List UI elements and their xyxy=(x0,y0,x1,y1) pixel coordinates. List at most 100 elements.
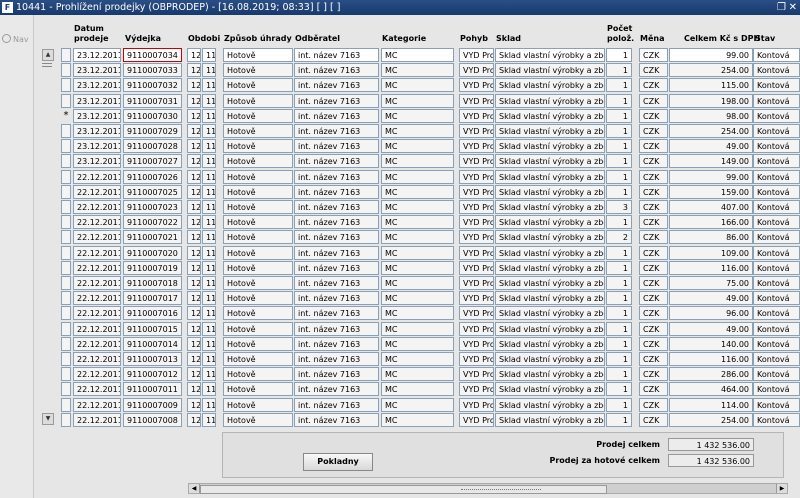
cell-kategorie[interactable]: MC xyxy=(381,412,454,427)
cell-datum[interactable]: 22.12.2011 xyxy=(73,336,121,351)
cell-sklad[interactable]: Sklad vlastní výrobky a zboží xyxy=(495,230,605,245)
cell-datum[interactable]: 23.12.2011 xyxy=(73,48,121,62)
cell-odberatel[interactable]: int. název 7163 xyxy=(294,139,379,154)
header-odberatel[interactable]: Odběratel xyxy=(295,34,340,44)
table-row[interactable]: 22.12.2011 9110007018 12 11 Hotově int. název… xyxy=(0,276,800,291)
cell-sklad[interactable]: Sklad vlastní výrobky a zboží xyxy=(495,352,605,366)
cell-celkem[interactable]: 109.00 xyxy=(669,245,753,260)
cell-obdobi-month[interactable]: 12 xyxy=(187,245,201,260)
cell-vydejka[interactable]: 9110007022 xyxy=(123,215,182,230)
cell-sklad[interactable]: Sklad vlastní výrobky a zboží xyxy=(495,382,605,397)
cell-vydejka[interactable]: 9110007011 xyxy=(123,382,182,397)
cell-pohyb[interactable]: VYD Pro xyxy=(459,245,494,260)
header-stav[interactable]: Stav xyxy=(755,34,775,44)
cell-pocet-polozek[interactable]: 1 xyxy=(606,48,632,62)
cell-obdobi-year[interactable]: 11 xyxy=(202,139,216,154)
cell-zpusob-uhrady[interactable]: Hotově xyxy=(223,382,293,397)
cell-kategorie[interactable]: MC xyxy=(381,200,454,214)
table-row[interactable]: 22.12.2011 9110007017 12 11 Hotově int. název… xyxy=(0,291,800,306)
cell-datum[interactable]: 22.12.2011 xyxy=(73,230,121,245)
cell-celkem[interactable]: 166.00 xyxy=(669,215,753,230)
cell-datum[interactable]: 23.12.2011 xyxy=(73,154,121,169)
cell-odberatel[interactable]: int. název 7163 xyxy=(294,78,379,93)
row-selector[interactable] xyxy=(61,245,71,260)
nav-button[interactable]: Nav xyxy=(2,34,29,44)
cell-pohyb[interactable]: VYD Pro xyxy=(459,93,494,108)
table-row[interactable]: 22.12.2011 9110007013 12 11 Hotově int. název… xyxy=(0,352,800,367)
cell-zpusob-uhrady[interactable]: Hotově xyxy=(223,412,293,427)
cell-vydejka[interactable]: 9110007013 xyxy=(123,352,182,366)
cell-sklad[interactable]: Sklad vlastní výrobky a zboží xyxy=(495,306,605,321)
row-selector[interactable] xyxy=(61,93,71,108)
cell-obdobi-month[interactable]: 12 xyxy=(187,48,201,62)
cell-pocet-polozek[interactable]: 1 xyxy=(606,154,632,169)
cell-zpusob-uhrady[interactable]: Hotově xyxy=(223,352,293,366)
cell-zpusob-uhrady[interactable]: Hotově xyxy=(223,321,293,336)
cell-obdobi-month[interactable]: 12 xyxy=(187,124,201,138)
cell-mena[interactable]: CZK xyxy=(639,260,668,275)
row-selector[interactable] xyxy=(61,276,71,290)
cell-pohyb[interactable]: VYD Pro xyxy=(459,291,494,306)
cell-kategorie[interactable]: MC xyxy=(381,336,454,351)
cell-celkem[interactable]: 407.00 xyxy=(669,200,753,214)
cell-pohyb[interactable]: VYD Pro xyxy=(459,306,494,321)
cell-obdobi-month[interactable]: 12 xyxy=(187,367,201,382)
cell-kategorie[interactable]: MC xyxy=(381,260,454,275)
row-selector[interactable] xyxy=(61,367,71,382)
cell-datum[interactable]: 22.12.2011 xyxy=(73,382,121,397)
row-selector[interactable] xyxy=(61,124,71,138)
cell-pocet-polozek[interactable]: 1 xyxy=(606,397,632,412)
cell-zpusob-uhrady[interactable]: Hotově xyxy=(223,154,293,169)
cell-zpusob-uhrady[interactable]: Hotově xyxy=(223,291,293,306)
cell-mena[interactable]: CZK xyxy=(639,276,668,290)
cell-celkem[interactable]: 140.00 xyxy=(669,336,753,351)
cell-obdobi-year[interactable]: 11 xyxy=(202,48,216,62)
cell-pocet-polozek[interactable]: 1 xyxy=(606,139,632,154)
table-row[interactable]: 23.12.2011 9110007034 12 11 Hotově int. název… xyxy=(0,48,800,63)
cell-pohyb[interactable]: VYD Pro xyxy=(459,215,494,230)
cell-odberatel[interactable]: int. název 7163 xyxy=(294,245,379,260)
cell-kategorie[interactable]: MC xyxy=(381,108,454,123)
scroll-right-icon[interactable]: ▶ xyxy=(776,484,787,493)
cell-obdobi-year[interactable]: 11 xyxy=(202,230,216,245)
cell-sklad[interactable]: Sklad vlastní výrobky a zboží xyxy=(495,169,605,184)
cell-pohyb[interactable]: VYD Pro xyxy=(459,124,494,138)
cell-obdobi-month[interactable]: 12 xyxy=(187,215,201,230)
cell-zpusob-uhrady[interactable]: Hotově xyxy=(223,93,293,108)
cell-datum[interactable]: 22.12.2011 xyxy=(73,321,121,336)
cell-pohyb[interactable]: VYD Pro xyxy=(459,382,494,397)
table-row[interactable]: 22.12.2011 9110007020 12 11 Hotově int. název… xyxy=(0,245,800,261)
row-selector[interactable] xyxy=(61,154,71,169)
header-celkem[interactable]: Celkem Kč s DPH xyxy=(684,34,760,44)
cell-pohyb[interactable]: VYD Pro xyxy=(459,108,494,123)
row-selector[interactable] xyxy=(61,306,71,321)
cell-obdobi-month[interactable]: 12 xyxy=(187,154,201,169)
cell-mena[interactable]: CZK xyxy=(639,397,668,412)
row-selector[interactable] xyxy=(61,230,71,245)
cell-vydejka[interactable]: 9110007030 xyxy=(123,108,182,123)
cell-celkem[interactable]: 49.00 xyxy=(669,139,753,154)
cell-stav[interactable]: Kontová xyxy=(753,124,800,138)
cell-kategorie[interactable]: MC xyxy=(381,397,454,412)
cell-celkem[interactable]: 286.00 xyxy=(669,367,753,382)
cell-obdobi-month[interactable]: 12 xyxy=(187,336,201,351)
cell-pohyb[interactable]: VYD Pro xyxy=(459,367,494,382)
cell-mena[interactable]: CZK xyxy=(639,93,668,108)
cell-stav[interactable]: Kontová xyxy=(753,48,800,62)
cell-stav[interactable]: Kontová xyxy=(753,184,800,199)
cell-pohyb[interactable]: VYD Pro xyxy=(459,48,494,62)
cell-obdobi-month[interactable]: 12 xyxy=(187,276,201,290)
table-row[interactable]: 22.12.2011 9110007014 12 11 Hotově int. název… xyxy=(0,336,800,352)
cell-datum[interactable]: 22.12.2011 xyxy=(73,245,121,260)
cell-mena[interactable]: CZK xyxy=(639,48,668,62)
cell-obdobi-month[interactable]: 12 xyxy=(187,169,201,184)
cell-vydejka[interactable]: 9110007014 xyxy=(123,336,182,351)
cell-datum[interactable]: 22.12.2011 xyxy=(73,397,121,412)
cell-pocet-polozek[interactable]: 1 xyxy=(606,412,632,427)
cell-mena[interactable]: CZK xyxy=(639,108,668,123)
cell-obdobi-month[interactable]: 12 xyxy=(187,78,201,93)
cell-sklad[interactable]: Sklad vlastní výrobky a zboží xyxy=(495,336,605,351)
cell-stav[interactable]: Kontová xyxy=(753,200,800,214)
cell-obdobi-month[interactable]: 12 xyxy=(187,291,201,306)
header-vydejka[interactable]: Výdejka xyxy=(125,34,161,44)
